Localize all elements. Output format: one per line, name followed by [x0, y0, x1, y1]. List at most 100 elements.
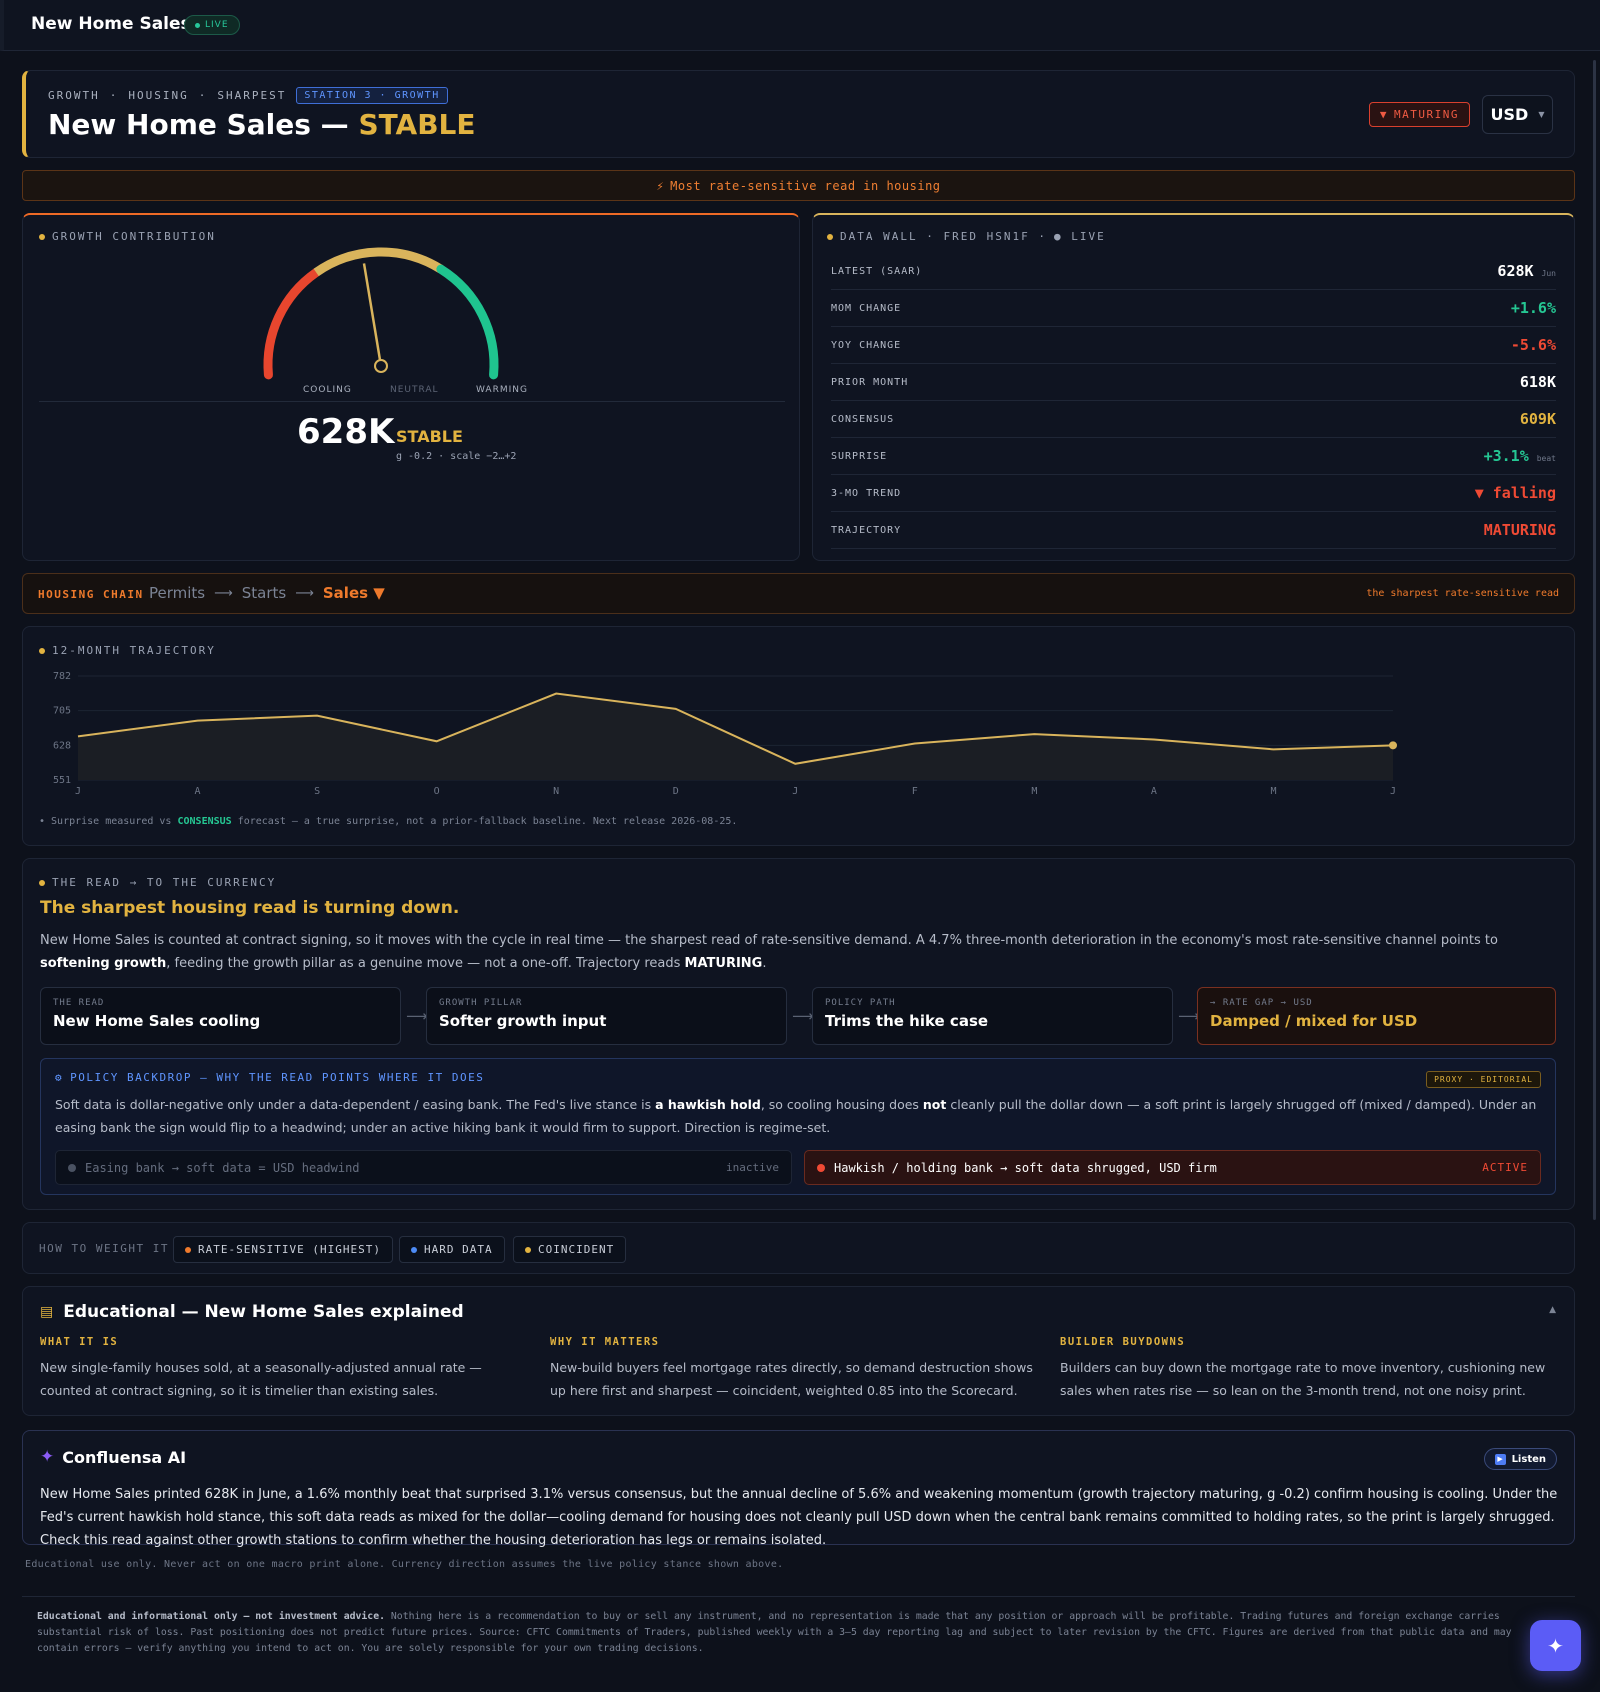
gauge-arc-warming [436, 264, 499, 380]
rate-sensitive-banner: ⚡ Most rate-sensitive read in housing [22, 170, 1575, 201]
wall-row-value: 628K Jun [1497, 262, 1556, 280]
arrow-right-icon: ⟶ [214, 585, 233, 601]
chain-step-sales[interactable]: Sales ▼ [323, 584, 385, 602]
read-box-policy-path: POLICY PATH Trims the hike case [812, 987, 1173, 1045]
scrollbar[interactable] [1593, 60, 1596, 1220]
wall-row-value: MATURING [1483, 521, 1556, 539]
wall-row: CONSENSUS 609K [831, 401, 1556, 438]
note-pre: • Surprise measured vs [39, 816, 178, 827]
edu-what-it-is: WHAT IT IS New single-family houses sold,… [40, 1336, 482, 1398]
wall-row: SURPRISE +3.1% beat [831, 438, 1556, 475]
wall-section-label: DATA WALL · FRED HSN1F · ● LIVE [827, 230, 1106, 243]
x-tick-label: J [792, 786, 798, 797]
educational-title[interactable]: ▤ Educational — New Home Sales explained [40, 1302, 464, 1322]
gear-icon: ⚙ [55, 1071, 64, 1084]
chain-step-permits[interactable]: Permits [149, 584, 205, 602]
ai-card: ✦ Confluensa AI ▶ Listen New Home Sales pr… [22, 1430, 1575, 1548]
ai-summary: New Home Sales printed 628K in June, a 1… [40, 1487, 1558, 1548]
chevron-up-icon[interactable]: ▲ [1549, 1305, 1556, 1315]
chip-hard-data[interactable]: HARD DATA [399, 1236, 505, 1263]
station-header: GROWTH · HOUSING · SHARPEST STATION 3 · GR… [22, 70, 1575, 158]
chain-step-starts[interactable]: Starts [242, 584, 286, 602]
trajectory-note: • Surprise measured vs CONSENSUS forecas… [39, 816, 737, 827]
weight-card: HOW TO WEIGHT IT RATE-SENSITIVE (HIGHEST… [22, 1222, 1575, 1274]
status-dot-icon [68, 1163, 76, 1172]
read-section-label: THE READ → TO THE CURRENCY [39, 876, 276, 889]
dot-icon [525, 1246, 531, 1253]
live-badge: LIVE [184, 15, 240, 35]
wall-row-key: YOY CHANGE [831, 339, 902, 351]
edu-why-it-matters: WHY IT MATTERS New-build buyers feel mort… [550, 1336, 1033, 1398]
x-tick-label: M [1270, 786, 1276, 797]
gauge-arc-neutral [313, 247, 444, 277]
x-tick-label: D [673, 786, 679, 797]
maturing-badge: ▼ MATURING [1368, 102, 1470, 127]
arrow-right-icon: ⟶ [792, 1007, 814, 1025]
chip-rate-sensitive[interactable]: RATE-SENSITIVE (HIGHEST) [173, 1236, 393, 1263]
play-icon: ▶ [1494, 1453, 1506, 1465]
gauge-needle [362, 263, 383, 367]
listen-button[interactable]: ▶ Listen [1483, 1448, 1557, 1470]
wall-row: TRAJECTORY MATURING [831, 512, 1556, 549]
gauge-label-neutral: NEUTRAL [390, 385, 439, 395]
status-dot-icon [817, 1163, 825, 1172]
station-badge: STATION 3 · GROWTH [296, 87, 448, 104]
x-tick-label: O [434, 786, 440, 797]
crumb-sharpest[interactable]: SHARPEST [217, 89, 286, 102]
gauge-arc-cooling [263, 267, 321, 380]
arrow-right-icon: ⟶ [295, 585, 314, 601]
disclaimer: Educational and informational only — not… [37, 1611, 1512, 1654]
gauge-label-cooling: COOLING [303, 385, 352, 395]
chip-coincident[interactable]: COINCIDENT [513, 1236, 627, 1263]
sparkle-icon: ✦ [40, 1447, 55, 1467]
wall-row: PRIOR MONTH 618K [831, 364, 1556, 401]
gauge-divider [39, 401, 785, 402]
x-tick-label: A [1151, 786, 1157, 797]
chain-label: HOUSING CHAIN [38, 588, 144, 601]
wall-row: LATEST (SAAR) 628K Jun [831, 253, 1556, 290]
down-triangle-icon: ▼ [1379, 108, 1389, 121]
live-dot-icon [195, 22, 200, 28]
x-tick-label: J [1390, 786, 1396, 797]
page-title-text: New Home Sales — [48, 108, 349, 141]
x-tick-label: S [314, 786, 320, 797]
app-title: New Home Sales [31, 14, 191, 34]
gauge-state: STABLE [396, 427, 463, 446]
currency-value: USD [1490, 105, 1529, 124]
housing-chain: HOUSING CHAIN Permits ⟶ Starts ⟶ Sales ▼ t… [22, 573, 1575, 614]
policy-option-hawkish[interactable]: Hawkish / holding bank → soft data shrug… [804, 1150, 1541, 1185]
policy-option-easing[interactable]: Easing bank → soft data = USD headwind in… [55, 1150, 792, 1185]
read-paragraph: New Home Sales is counted at contract si… [40, 933, 1498, 971]
y-tick-label: 705 [53, 706, 71, 717]
trajectory-chart: 782 705 628 551 J A S O N D J F M A M J [53, 671, 1397, 797]
wall-row-key: SURPRISE [831, 450, 888, 462]
live-label: LIVE [205, 20, 229, 30]
x-tick-label: M [1031, 786, 1037, 797]
page-title-state: STABLE [358, 108, 476, 141]
wall-row-value: 609K [1519, 410, 1556, 428]
data-point [1389, 741, 1397, 750]
ai-assistant-button[interactable]: ✦ [1530, 1620, 1581, 1671]
wall-row-key: MOM CHANGE [831, 302, 902, 314]
crumb-growth[interactable]: GROWTH [48, 89, 100, 102]
gauge-sub: g -0.2 · scale −2…+2 [396, 451, 517, 462]
currency-select[interactable]: USD ▼ [1482, 95, 1553, 134]
wall-row-key: CONSENSUS [831, 413, 895, 425]
gauge-label-warming: WARMING [476, 385, 528, 395]
arrow-right-icon: ⟶ [406, 1007, 428, 1025]
wall-row-key: PRIOR MONTH [831, 376, 909, 388]
policy-paragraph: Soft data is dollar-negative only under … [55, 1097, 1537, 1135]
read-card: THE READ → TO THE CURRENCY The sharpest … [22, 858, 1575, 1210]
policy-title: ⚙ POLICY BACKDROP — WHY THE READ POINTS W… [55, 1071, 485, 1084]
growth-contribution-card: GROWTH CONTRIBUTION COOLING NEUTRAL WARM… [22, 213, 800, 561]
chain-note: the sharpest rate-sensitive read [1366, 588, 1559, 599]
read-label: THE READ → TO THE CURRENCY [52, 876, 277, 889]
dot-icon [185, 1246, 191, 1253]
educational-card: ▤ Educational — New Home Sales explained … [22, 1286, 1575, 1416]
bullet-icon [39, 879, 45, 886]
bullet-icon [827, 233, 833, 240]
crumb-housing[interactable]: HOUSING [128, 89, 188, 102]
weight-label: HOW TO WEIGHT IT [39, 1242, 169, 1255]
x-tick-label: A [195, 786, 201, 797]
gauge-value: 628K [297, 412, 395, 452]
